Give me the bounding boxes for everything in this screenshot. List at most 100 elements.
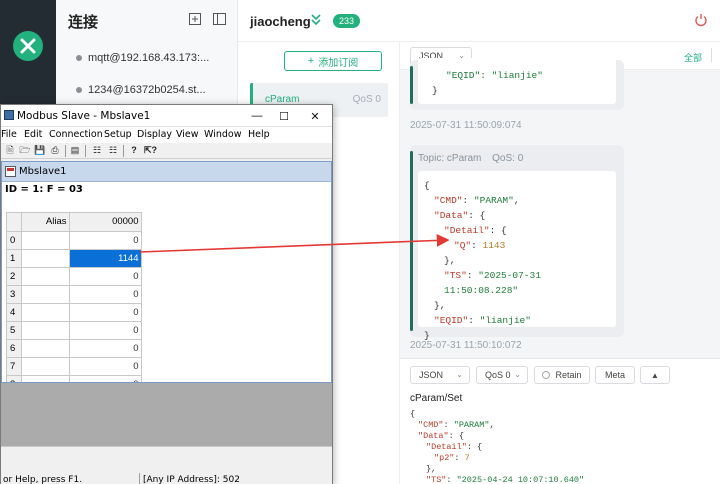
connection-label: 1234@16372b0254.st... xyxy=(88,84,206,96)
window-titlebar[interactable]: Modbus Slave - Mbslave1 — ☐ ✕ xyxy=(1,105,332,127)
json-key: "TS" xyxy=(444,270,467,281)
row-index: 7 xyxy=(7,357,22,376)
publish-qos-select[interactable]: QoS 0 ⌄ xyxy=(476,366,528,384)
alias-cell[interactable] xyxy=(21,357,70,376)
payload-line: { xyxy=(410,409,416,419)
retain-toggle[interactable]: Retain xyxy=(534,366,590,384)
menu-view[interactable]: View xyxy=(176,129,199,140)
document-icon xyxy=(5,166,16,177)
connection-item[interactable]: 1234@16372b0254.st... xyxy=(56,78,238,102)
mdi-client-area: Mbslave1 ID = 1: F = 03 Alias 00000 00 1… xyxy=(1,161,332,483)
filter-all-tab[interactable]: 全部 xyxy=(684,51,702,64)
modbus-slave-window: Modbus Slave - Mbslave1 — ☐ ✕ File Edit … xyxy=(0,104,333,484)
register-value-selected[interactable]: 1144 xyxy=(69,249,142,268)
table-row[interactable]: 1 1144 xyxy=(7,249,142,268)
mqttx-logo-icon[interactable] xyxy=(13,31,43,61)
new-file-icon[interactable]: 🗎 xyxy=(4,145,16,156)
register-grid: Alias 00000 00 11144 20 30 40 50 60 70 8… xyxy=(6,212,142,382)
menu-edit[interactable]: Edit xyxy=(24,129,42,140)
menu-help[interactable]: Help xyxy=(248,129,270,140)
alias-cell[interactable] xyxy=(21,231,70,250)
open-folder-icon[interactable]: 🗁 xyxy=(19,145,31,156)
collapse-chevron-icon[interactable] xyxy=(310,13,322,27)
menu-file[interactable]: File xyxy=(1,129,17,140)
add-subscription-button[interactable]: + 添加订阅 xyxy=(284,51,382,71)
table-row[interactable]: 80 xyxy=(7,375,142,382)
alias-cell[interactable] xyxy=(21,339,70,358)
payload-text: { xyxy=(501,225,507,236)
window-icon[interactable]: ▤ xyxy=(69,145,81,156)
table-row[interactable]: 50 xyxy=(7,321,142,340)
row-index: 8 xyxy=(7,375,22,382)
payload-line: "TS": "2025-07-31 11:50:08.228" xyxy=(444,270,541,296)
payload-line: "EQID": "lianjie" xyxy=(432,68,616,83)
alias-cell[interactable] xyxy=(21,303,70,322)
menu-connection[interactable]: Connection xyxy=(49,129,103,140)
table-row[interactable]: 60 xyxy=(7,339,142,358)
status-dot-icon xyxy=(76,55,82,61)
toggle-sidebar-icon[interactable] xyxy=(212,12,226,26)
plus-icon: + xyxy=(307,55,315,67)
json-string: "PARAM" xyxy=(473,195,514,206)
register-value[interactable]: 0 xyxy=(69,357,142,376)
publish-payload-editor[interactable]: { "CMD": "PARAM", "Data": { "Detail": { … xyxy=(410,409,584,484)
row-index: 5 xyxy=(7,321,22,340)
status-divider xyxy=(139,473,140,484)
table-header-row: Alias 00000 xyxy=(7,213,142,232)
alias-cell[interactable] xyxy=(21,321,70,340)
register-value[interactable]: 0 xyxy=(69,267,142,286)
modbus-app-icon xyxy=(4,110,14,120)
window-title: Modbus Slave - Mbslave1 xyxy=(17,110,151,122)
message-accent-bar xyxy=(410,66,413,104)
new-connection-icon[interactable] xyxy=(188,12,202,26)
json-key: "Detail" xyxy=(444,225,490,236)
alias-cell[interactable] xyxy=(21,285,70,304)
context-help-icon[interactable]: ⇱? xyxy=(144,145,157,156)
menu-window[interactable]: Window xyxy=(204,129,241,140)
publish-format-select[interactable]: JSON ⌄ xyxy=(410,366,470,384)
register-value[interactable]: 0 xyxy=(69,375,142,382)
table-row[interactable]: 00 xyxy=(7,231,142,250)
disconnect-icon[interactable]: ☷ xyxy=(107,145,119,156)
save-icon[interactable]: 💾 xyxy=(34,145,46,156)
connection-item[interactable]: mqtt@192.168.43.173:... xyxy=(56,46,238,70)
close-icon[interactable]: ✕ xyxy=(307,108,323,124)
payload-text: { xyxy=(458,431,464,441)
chevron-down-icon: ⌄ xyxy=(456,370,463,379)
table-row[interactable]: 40 xyxy=(7,303,142,322)
message-time: 2025-07-31 11:50:10:072 xyxy=(410,340,522,351)
menu-display[interactable]: Display xyxy=(137,129,172,140)
register-value[interactable]: 0 xyxy=(69,339,142,358)
table-row[interactable]: 70 xyxy=(7,357,142,376)
meta-button[interactable]: Meta xyxy=(595,366,635,384)
alias-cell[interactable] xyxy=(21,375,70,382)
minimize-icon[interactable]: — xyxy=(249,108,265,124)
disconnect-power-icon[interactable] xyxy=(694,13,708,27)
child-titlebar[interactable]: Mbslave1 xyxy=(2,162,331,182)
expand-up-button[interactable]: ▲ xyxy=(640,366,670,384)
alias-cell[interactable] xyxy=(21,267,70,286)
connection-header: jiaocheng 233 xyxy=(238,0,720,42)
register-value[interactable]: 0 xyxy=(69,303,142,322)
menu-setup[interactable]: Setup xyxy=(104,129,132,140)
publish-topic-input[interactable]: cParam/Set xyxy=(410,393,462,404)
print-icon[interactable]: ⎙ xyxy=(49,145,61,156)
message-bubble[interactable]: Topic: cParam QoS: 0 { "CMD": "PARAM", "… xyxy=(410,145,624,341)
alias-cell[interactable] xyxy=(21,249,70,268)
message-bubble[interactable]: "EQID": "lianjie" } xyxy=(410,58,624,110)
alias-column-header: Alias xyxy=(21,213,70,232)
message-qos-label: QoS: 0 xyxy=(492,153,524,164)
message-count-badge: 233 xyxy=(333,14,361,28)
register-value[interactable]: 0 xyxy=(69,321,142,340)
toolbar: 🗎 🗁 💾 ⎙ ▤ ☷ ☷ ? ⇱? xyxy=(1,143,332,159)
connect-icon[interactable]: ☷ xyxy=(91,145,103,156)
maximize-icon[interactable]: ☐ xyxy=(276,108,292,124)
register-value[interactable]: 0 xyxy=(69,285,142,304)
table-row[interactable]: 30 xyxy=(7,285,142,304)
table-row[interactable]: 20 xyxy=(7,267,142,286)
help-icon[interactable]: ? xyxy=(128,145,140,156)
toolbar-separator xyxy=(123,145,124,157)
connection-label: mqtt@192.168.43.173:... xyxy=(88,52,210,64)
payload-text: }, xyxy=(444,255,456,266)
register-value[interactable]: 0 xyxy=(69,231,142,250)
